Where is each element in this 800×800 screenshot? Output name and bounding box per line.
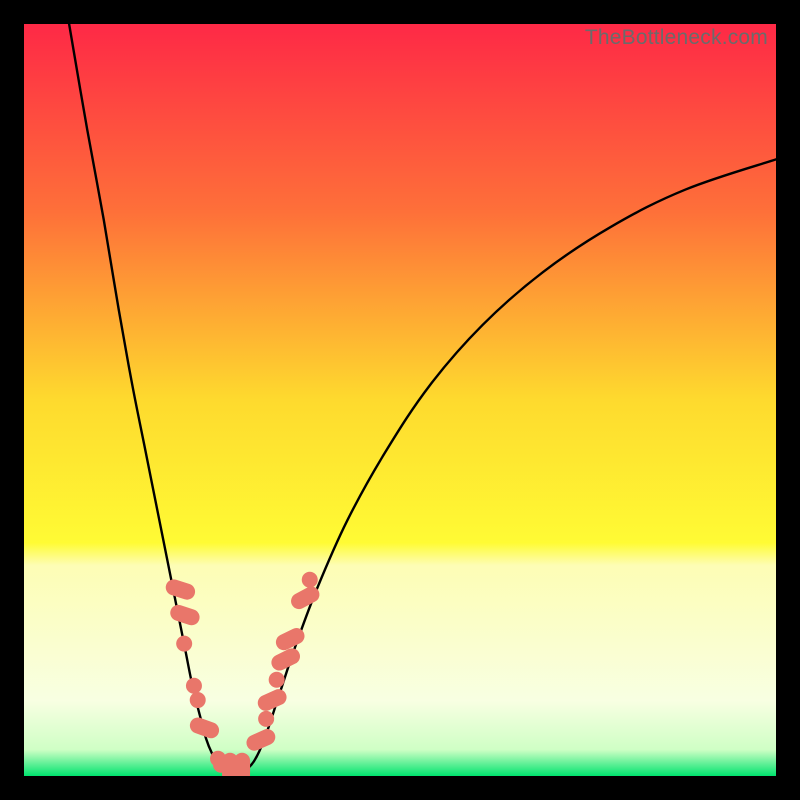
chart-frame: TheBottleneck.com	[24, 24, 776, 776]
marker-dot	[258, 711, 274, 727]
marker-capsule	[234, 753, 250, 776]
marker-dot	[186, 678, 202, 694]
marker-dot	[269, 672, 285, 688]
bottleneck-chart	[24, 24, 776, 776]
marker-dot	[190, 692, 206, 708]
marker-dot	[302, 572, 318, 588]
marker-dot	[176, 636, 192, 652]
plot-background	[24, 24, 776, 776]
watermark-text: TheBottleneck.com	[585, 26, 768, 50]
